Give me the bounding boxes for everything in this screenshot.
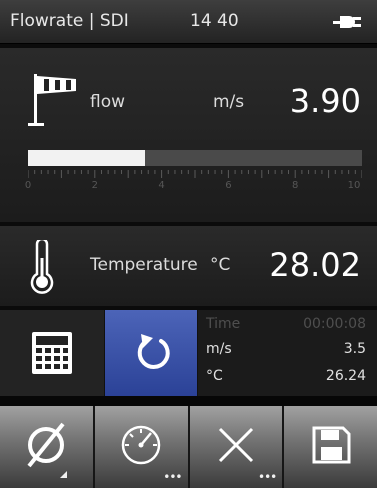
scale-label-2: 2 [91, 180, 98, 191]
thermometer-icon [30, 240, 54, 294]
scale-label-6: 6 [225, 180, 232, 191]
scale-label-10: 10 [347, 180, 361, 191]
diameter-button[interactable] [0, 406, 95, 488]
bottom-toolbar: ••• ••• [0, 406, 377, 488]
time-row: Time 00:00:08 [206, 316, 366, 334]
scale-label-4: 4 [158, 180, 165, 191]
delete-icon [218, 427, 253, 463]
speed-row: m/s 3.5 [206, 341, 366, 359]
diameter-icon [27, 422, 65, 468]
status-time: 14 40 [190, 11, 239, 31]
flow-panel[interactable]: flow m/s 3.90 0 2 4 6 8 10 [0, 48, 377, 222]
refresh-button[interactable] [104, 310, 198, 396]
temperature-unit: °C [210, 255, 231, 275]
scale-label-0: 0 [24, 180, 32, 191]
windsock-icon [28, 74, 76, 126]
scale-label-8: 8 [292, 180, 299, 191]
speed-unit: m/s [206, 341, 232, 357]
flow-progress-bar [28, 150, 362, 166]
temperature-panel[interactable]: Temperature °C 28.02 [0, 226, 377, 306]
flow-progress-fill [28, 150, 145, 166]
calculator-icon [32, 332, 72, 374]
gauge-icon [121, 425, 161, 465]
more-dots-icon: ••• [258, 470, 277, 484]
speed-value: 3.5 [343, 341, 366, 357]
flow-value: 3.90 [289, 82, 361, 120]
temp-reading: 26.24 [325, 368, 366, 384]
status-bar: Flowrate | SDI 14 40 [0, 0, 377, 44]
flow-unit: m/s [213, 92, 245, 112]
gauge-button[interactable]: ••• [94, 406, 190, 488]
separator-strip [0, 396, 377, 406]
flow-scale-ticks [28, 170, 362, 178]
measurement-panel: Time 00:00:08 m/s 3.5 °C 26.24 [0, 310, 377, 396]
more-dots-icon: ••• [163, 470, 182, 484]
flow-label: flow [90, 92, 126, 112]
calculator-button[interactable] [0, 310, 104, 396]
save-icon [312, 426, 351, 464]
temp-unit: °C [206, 368, 223, 384]
refresh-icon [137, 334, 170, 369]
temperature-label: Temperature [90, 255, 198, 275]
temperature-value: 28.02 [269, 246, 361, 284]
dropdown-corner-icon [59, 471, 67, 478]
power-plug-icon [333, 16, 361, 28]
time-label: Time [206, 316, 241, 332]
delete-button[interactable]: ••• [189, 406, 285, 488]
temp-row: °C 26.24 [206, 368, 366, 386]
save-button[interactable] [284, 406, 377, 488]
time-value: 00:00:08 [303, 316, 366, 332]
status-title: Flowrate | SDI [10, 11, 129, 31]
